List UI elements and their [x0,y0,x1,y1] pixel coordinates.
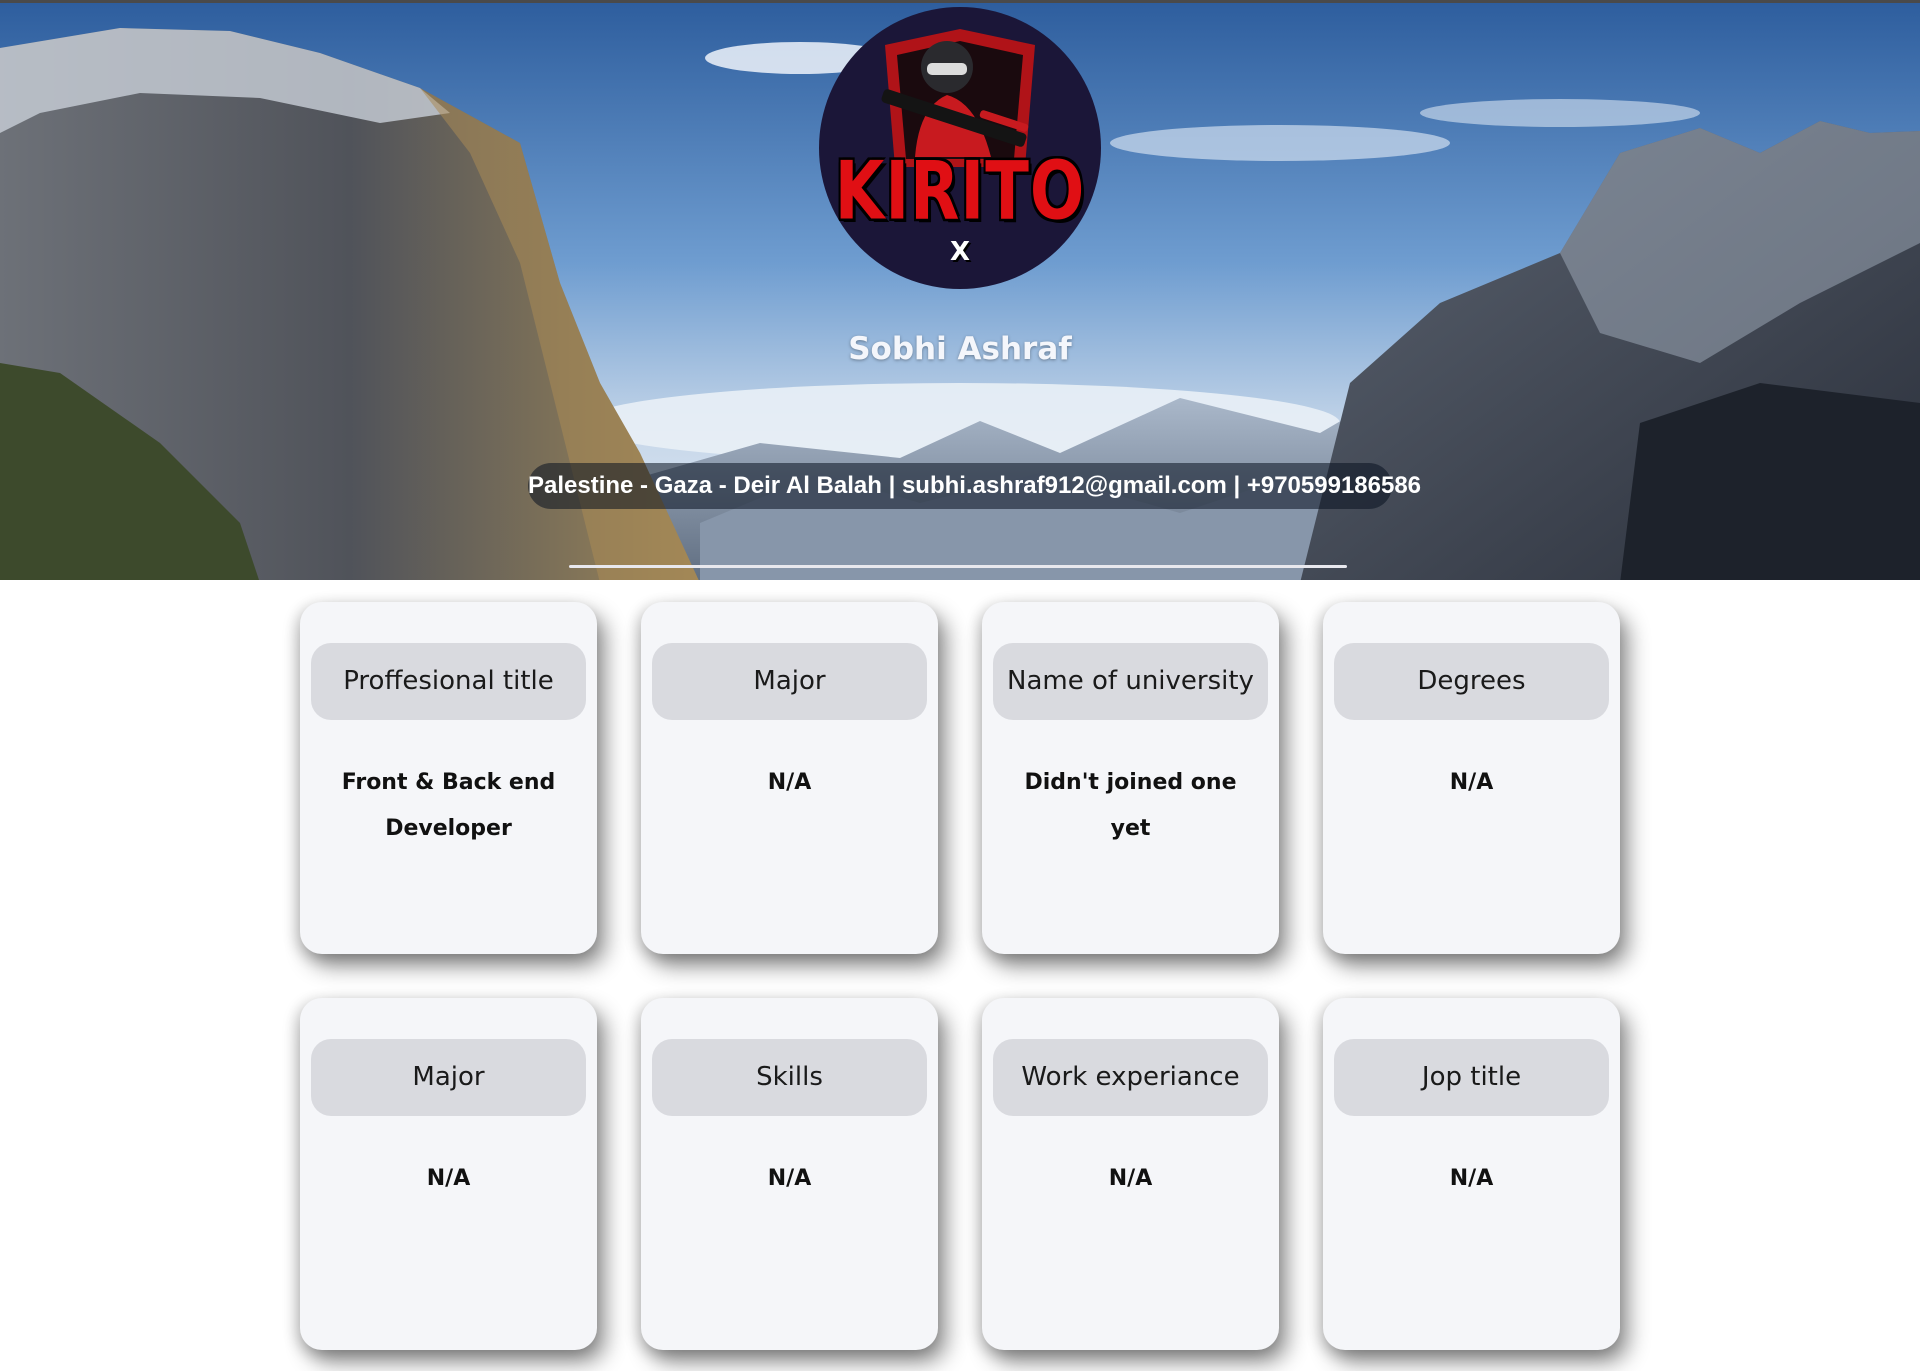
avatar-wordmark: KIRITO [834,145,1086,239]
info-card-skills: Skills N/A [641,998,938,1350]
info-card-job-title: Jop title N/A [1323,998,1620,1350]
contact-info: Palestine - Gaza - Deir Al Balah | subhi… [528,463,1421,509]
avatar-sub-mark: X [949,237,971,267]
card-value: N/A [1108,1166,1153,1191]
card-title: Major [652,643,927,720]
profile-banner: KIRITO X Sobhi Ashraf Palestine - Gaza -… [0,0,1920,580]
info-card-work-experience: Work experiance N/A [982,998,1279,1350]
profile-name: Sobhi Ashraf [848,331,1072,367]
card-title: Jop title [1334,1039,1609,1116]
info-card-professional-title: Proffesional title Front & Back end Deve… [300,602,597,954]
card-title: Degrees [1334,643,1609,720]
card-value: N/A [767,770,812,795]
card-value: N/A [426,1166,471,1191]
card-value: Front & Back end Developer [341,770,556,841]
card-value: N/A [1449,770,1494,795]
card-title: Proffesional title [311,643,586,720]
info-card-major-2: Major N/A [300,998,597,1350]
info-card-university: Name of university Didn't joined one yet [982,602,1279,954]
info-card-degrees: Degrees N/A [1323,602,1620,954]
profile-avatar: KIRITO X [819,7,1101,289]
card-value: Didn't joined one yet [1024,770,1237,841]
card-value: N/A [767,1166,812,1191]
card-title: Work experiance [993,1039,1268,1116]
info-card-major: Major N/A [641,602,938,954]
card-title: Major [311,1039,586,1116]
divider-line [569,565,1347,568]
card-title: Name of university [993,643,1268,720]
card-title: Skills [652,1039,927,1116]
card-value: N/A [1449,1166,1494,1191]
